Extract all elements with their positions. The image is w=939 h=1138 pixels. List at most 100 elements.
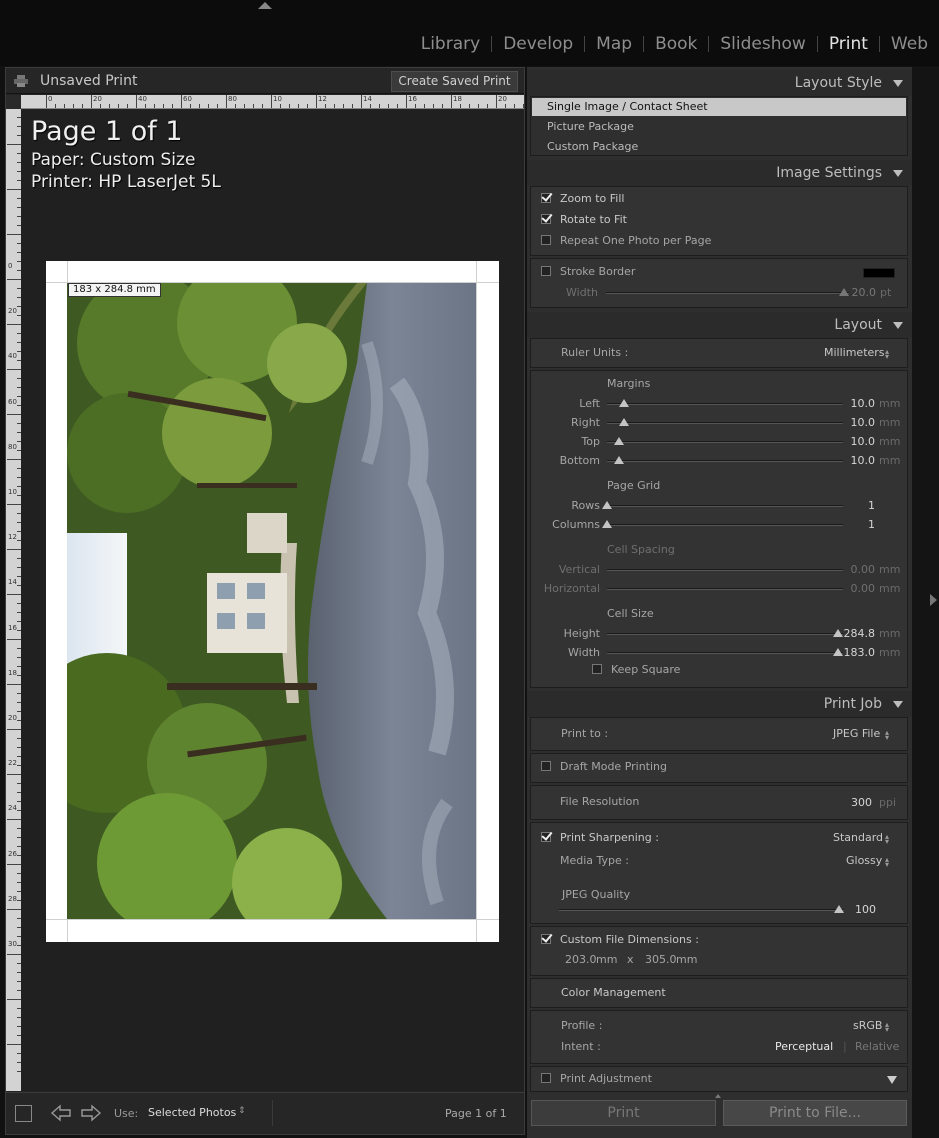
print-to-updown-icon[interactable]: ▴ ▾ (885, 729, 889, 742)
grid-columns-value[interactable]: 1 (830, 518, 875, 531)
grid-columns-slider-thumb[interactable] (602, 520, 612, 528)
keep-square-checkbox[interactable] (592, 664, 602, 674)
stroke-border-label: Stroke Border (560, 265, 636, 278)
collapse-triangle-icon[interactable] (893, 701, 903, 708)
zoom-to-fill-checkbox[interactable] (541, 193, 551, 203)
sharpening-updown-icon[interactable]: ▴ ▾ (885, 833, 889, 846)
collapse-triangle-icon[interactable] (893, 170, 903, 177)
margins-right-value[interactable]: 10.0 (830, 416, 876, 429)
layout-style-item-custom-package[interactable]: Custom Package (547, 140, 638, 153)
intent-relative[interactable]: Relative (855, 1040, 899, 1053)
print-adjustment-checkbox[interactable] (541, 1073, 551, 1083)
stroke-width-value[interactable]: 20.0 (846, 286, 877, 299)
bottom-panel-toggle-icon[interactable] (715, 1094, 721, 1098)
module-slideshow[interactable]: Slideshow (709, 34, 816, 54)
ruler-tick (505, 104, 506, 108)
print-job-header[interactable]: Print Job (527, 691, 912, 717)
ruler-units-updown-icon[interactable]: ▴ ▾ (885, 348, 889, 361)
ruler-tick (487, 104, 488, 108)
margins-left-slider-thumb[interactable] (618, 399, 629, 407)
module-book[interactable]: Book (644, 34, 708, 54)
next-page-icon[interactable] (80, 1103, 102, 1123)
print-sharpening-checkbox[interactable] (541, 832, 551, 842)
profile-updown-icon[interactable]: ▴ ▾ (885, 1021, 889, 1034)
custom-width-unit: mm (596, 953, 618, 966)
create-saved-print-button[interactable]: Create Saved Print (391, 71, 518, 92)
media-type-updown-icon[interactable]: ▴ ▾ (885, 856, 889, 869)
media-type-select[interactable]: Glossy (846, 854, 882, 867)
photo-cell[interactable] (67, 283, 476, 919)
cell_size-width-value[interactable]: 183.0 (830, 646, 876, 659)
file-resolution-value[interactable]: 300 (840, 796, 872, 809)
cell_size-width-slider-track[interactable] (607, 652, 843, 654)
intent-perceptual[interactable]: Perceptual (775, 1040, 833, 1053)
cell_size-height-value[interactable]: 284.8 (830, 627, 876, 640)
margins-right-slider-track[interactable] (607, 422, 843, 424)
collapse-triangle-icon[interactable] (893, 80, 903, 87)
ruler-tick (82, 104, 83, 108)
jpeg-quality-slider-thumb[interactable] (834, 905, 844, 913)
ruler-tick (7, 1044, 21, 1045)
spacing-vertical-slider-track[interactable] (607, 569, 843, 571)
layout-style-item-picture-package[interactable]: Picture Package (547, 120, 634, 133)
grid-rows-slider-track[interactable] (607, 505, 843, 507)
jpeg-quality-slider-track[interactable] (559, 909, 844, 911)
use-selector[interactable]: Selected Photos (148, 1106, 236, 1119)
ruler-label: 10 (273, 95, 282, 103)
stroke-color-swatch[interactable] (863, 268, 895, 278)
spacing-horizontal-value[interactable]: 0.00 (830, 582, 876, 595)
collapse-triangle-icon[interactable] (893, 322, 903, 329)
print-to-file-button[interactable]: Print to File... (723, 1100, 907, 1126)
spacing-horizontal-slider-track[interactable] (607, 588, 843, 590)
repeat-one-photo-checkbox[interactable] (541, 235, 551, 245)
stroke-width-slider-track[interactable] (606, 292, 849, 294)
ruler-units-select[interactable]: Millimeters (824, 346, 885, 359)
layout-header[interactable]: Layout (527, 312, 912, 338)
jpeg-quality-value[interactable]: 100 (846, 903, 876, 916)
margins-bottom-slider-track[interactable] (607, 460, 843, 462)
grid-columns-slider-track[interactable] (607, 524, 843, 526)
margins-top-slider-track[interactable] (607, 441, 843, 443)
spacing-vertical-value[interactable]: 0.00 (830, 563, 876, 576)
custom-height-value[interactable]: 305.0 (645, 953, 677, 966)
module-map[interactable]: Map (585, 34, 643, 54)
page-count: Page 1 of 1 (445, 1107, 507, 1120)
profile-select[interactable]: sRGB (853, 1019, 882, 1032)
ruler-tick (7, 279, 21, 280)
cell_size-height-slider-track[interactable] (607, 633, 843, 635)
custom-dims-checkbox[interactable] (541, 934, 551, 944)
grid-rows-slider-thumb[interactable] (602, 501, 612, 509)
rotate-to-fit-checkbox[interactable] (541, 214, 551, 224)
use-updown-icon[interactable]: ⇕ (238, 1106, 246, 1116)
margins-bottom-value[interactable]: 10.0 (830, 454, 876, 467)
ruler-label: 40 (8, 352, 17, 361)
margins-left-value[interactable]: 10.0 (830, 397, 876, 410)
layout-style-item-single[interactable]: Single Image / Contact Sheet (547, 100, 708, 113)
print-sharpening-select[interactable]: Standard (833, 831, 883, 844)
ruler-tick (334, 104, 335, 108)
draft-mode-checkbox[interactable] (541, 761, 551, 771)
module-print[interactable]: Print (818, 34, 879, 54)
margins-left-slider-track[interactable] (607, 403, 843, 405)
previous-page-icon[interactable] (50, 1103, 72, 1123)
stroke-border-checkbox[interactable] (541, 266, 551, 276)
right-panel-toggle-icon[interactable] (930, 594, 937, 606)
margins-top-slider-thumb[interactable] (613, 437, 624, 445)
file-resolution-unit: ppi (879, 796, 897, 809)
custom-width-value[interactable]: 203.0 (565, 953, 597, 966)
margins-top-value[interactable]: 10.0 (830, 435, 876, 448)
layout-style-header[interactable]: Layout Style (527, 70, 912, 96)
page-view-toggle-icon[interactable] (15, 1105, 32, 1122)
print-button[interactable]: Print (531, 1100, 716, 1126)
print-adjustment-expand-icon[interactable] (887, 1076, 897, 1084)
module-web[interactable]: Web (880, 34, 939, 54)
image-settings-header[interactable]: Image Settings (527, 160, 912, 186)
print-to-select[interactable]: JPEG File (833, 727, 880, 740)
ruler-label: 80 (228, 95, 237, 103)
grid-rows-value[interactable]: 1 (830, 499, 875, 512)
module-library[interactable]: Library (410, 34, 491, 54)
top-panel-toggle-icon[interactable] (258, 2, 272, 9)
margins-bottom-slider-thumb[interactable] (613, 456, 624, 464)
module-develop[interactable]: Develop (492, 34, 584, 54)
margins-right-slider-thumb[interactable] (618, 418, 629, 426)
